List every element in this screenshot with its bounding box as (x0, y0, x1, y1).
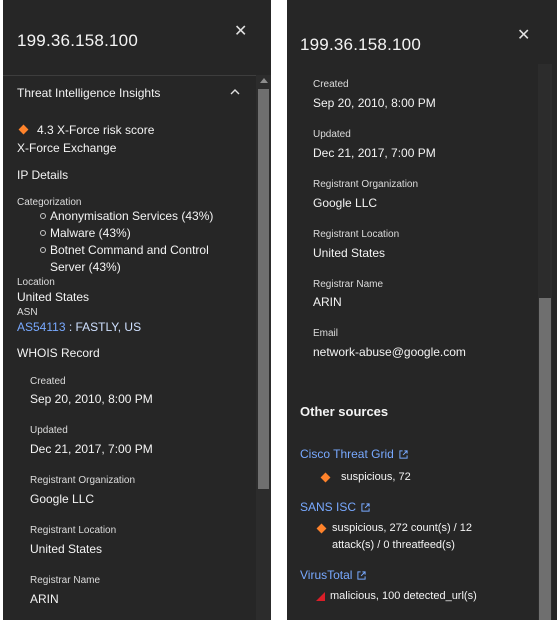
registrant-location-value: United States (313, 246, 386, 260)
other-sources-heading: Other sources (300, 404, 389, 419)
external-link-icon (357, 571, 367, 580)
bullet (40, 247, 46, 253)
scrollbar-thumb[interactable] (539, 298, 551, 620)
diamond-icon (18, 124, 29, 135)
source-link-virustotal[interactable]: VirusTotal (300, 568, 367, 582)
registrant-location-label: Registrant Location (30, 525, 117, 536)
triangle-icon (316, 592, 325, 601)
asn-value: AS54113 : FASTLY, US (17, 320, 141, 334)
registrant-location-value: United States (30, 542, 103, 556)
source-result: suspicious, 72 (341, 471, 411, 483)
source-link-sans-isc[interactable]: SANS ISC (300, 500, 370, 514)
asn-label: ASN (17, 307, 38, 318)
panel-title: 199.36.158.100 (300, 35, 421, 54)
location-value: United States (17, 290, 90, 304)
registrar-value: ARIN (30, 592, 59, 606)
registrant-org-label: Registrant Organization (313, 179, 419, 190)
created-value: Sep 20, 2010, 8:00 PM (30, 392, 153, 406)
ip-details-heading: IP Details (17, 168, 69, 182)
source-result: suspicious, 272 count(s) / 12 (332, 522, 473, 534)
registrar-label: Registrar Name (30, 575, 101, 586)
asn-link[interactable]: AS54113 (17, 320, 66, 334)
close-icon[interactable]: ✕ (517, 28, 530, 44)
updated-value: Dec 21, 2017, 7:00 PM (30, 442, 153, 456)
email-value: network-abuse@google.com (313, 345, 466, 359)
section-title[interactable]: Threat Intelligence Insights (17, 86, 160, 100)
diamond-icon (320, 472, 331, 483)
source-name: X-Force Exchange (17, 141, 117, 155)
external-link-icon (399, 450, 408, 459)
diamond-icon (316, 523, 327, 534)
risk-score: 4.3 X-Force risk score (37, 123, 155, 137)
close-icon[interactable]: ✕ (234, 24, 247, 40)
bullet (40, 230, 46, 236)
created-value: Sep 20, 2010, 8:00 PM (313, 96, 436, 110)
scrollbar-thumb[interactable] (258, 89, 269, 489)
source-result-continued: attack(s) / 0 threatfeed(s) (332, 539, 455, 551)
right-detail-panel: 199.36.158.100 ✕ Created Sep 20, 2010, 8… (287, 0, 557, 620)
email-label: Email (313, 328, 339, 339)
registrar-label: Registrar Name (313, 279, 384, 290)
category-item: Botnet Command and Control (50, 243, 209, 257)
registrant-org-label: Registrant Organization (30, 475, 136, 486)
whois-heading: WHOIS Record (17, 346, 100, 360)
left-detail-panel: 199.36.158.100 ✕ Threat Intelligence Ins… (3, 0, 271, 620)
source-result: malicious, 100 detected_url(s) (330, 590, 477, 602)
external-link-icon (361, 503, 370, 512)
categorization-label: Categorization (17, 197, 82, 208)
updated-value: Dec 21, 2017, 7:00 PM (313, 146, 436, 160)
location-label: Location (17, 277, 55, 288)
scrollbar[interactable] (256, 75, 271, 620)
asn-text: : FASTLY, US (65, 320, 142, 334)
updated-label: Updated (30, 425, 68, 436)
scrollbar[interactable] (538, 64, 552, 620)
updated-label: Updated (313, 129, 351, 140)
source-link-cisco-threat-grid[interactable]: Cisco Threat Grid (300, 447, 408, 461)
registrar-value: ARIN (313, 295, 342, 309)
registrant-org-value: Google LLC (313, 196, 378, 210)
created-label: Created (313, 79, 349, 90)
category-item-continued: Server (43%) (50, 260, 121, 274)
header-divider (3, 75, 271, 76)
registrant-org-value: Google LLC (30, 492, 95, 506)
scroll-up-arrow-icon[interactable] (260, 78, 268, 83)
bullet (40, 213, 46, 219)
chevron-up-icon[interactable] (230, 88, 240, 95)
registrant-location-label: Registrant Location (313, 229, 400, 240)
category-item: Malware (43%) (50, 226, 131, 240)
panel-title: 199.36.158.100 (17, 31, 138, 50)
category-item: Anonymisation Services (43%) (50, 209, 214, 223)
created-label: Created (30, 376, 66, 387)
